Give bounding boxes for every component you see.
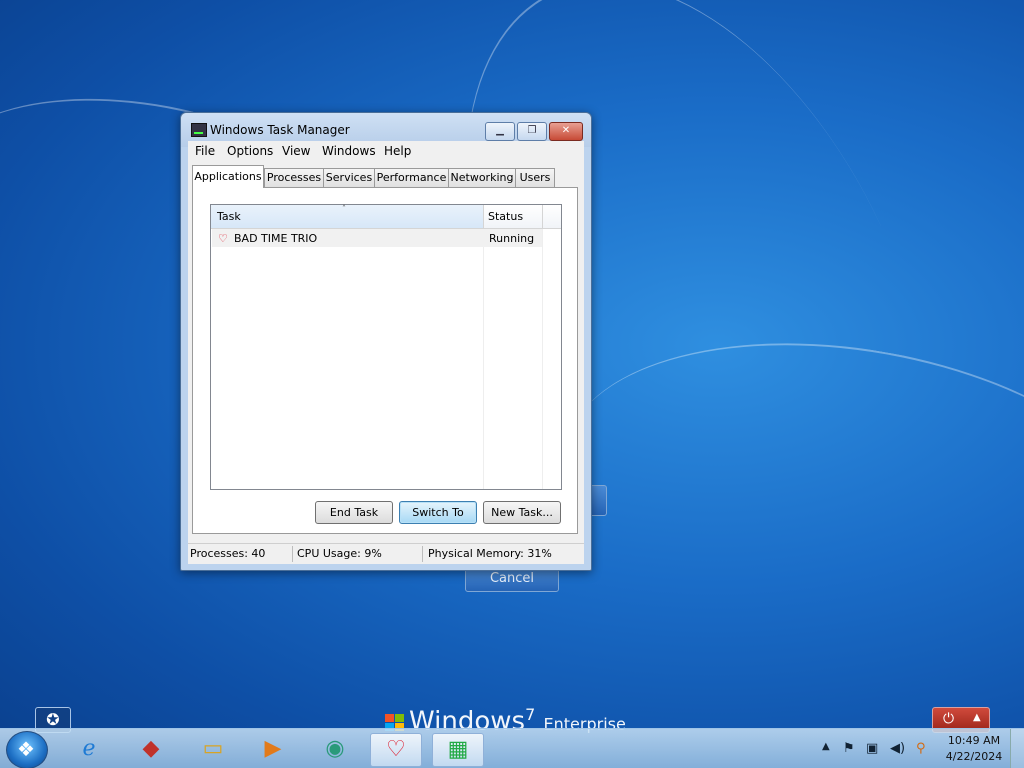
menu-view[interactable]: View bbox=[282, 144, 310, 158]
menu-windows[interactable]: Windows bbox=[322, 144, 376, 158]
cpu-usage: CPU Usage: 9% bbox=[297, 547, 382, 560]
task-manager-icon bbox=[191, 123, 207, 137]
action-center-flag-icon[interactable]: ⚑ bbox=[843, 741, 855, 756]
gamemaker-icon[interactable]: ◆ bbox=[126, 733, 176, 765]
search-icon[interactable]: ⚲ bbox=[916, 741, 926, 756]
power-icon: ⏻ bbox=[943, 711, 955, 727]
column-divider bbox=[483, 229, 484, 489]
minimize-button[interactable]: ▁ bbox=[485, 122, 515, 141]
heart-app-icon[interactable]: ♡ bbox=[370, 733, 422, 767]
task-manager-taskbar-icon[interactable]: ▦ bbox=[432, 733, 484, 767]
internet-explorer-icon[interactable]: ℯ bbox=[64, 733, 114, 765]
background-dialog-button-edge bbox=[590, 485, 607, 516]
tab-applications[interactable]: Applications bbox=[192, 165, 264, 188]
media-player-icon[interactable]: ▶ bbox=[248, 733, 298, 765]
taskbar: ℯ ◆ ▭ ▶ ◉ ♡ ▦ ▲ ⚑ ▣ ◀) ⚲ 10:49 AM 4/22/2… bbox=[0, 728, 1024, 768]
menu-options[interactable]: Options bbox=[227, 144, 273, 158]
menu-bar: File Options View Windows Help bbox=[188, 141, 584, 161]
physical-memory: Physical Memory: 31% bbox=[428, 547, 552, 560]
row-status: Running bbox=[489, 232, 535, 245]
applications-panel: Task ˄ Status ♡ BAD TIME TRIO Running En… bbox=[192, 187, 578, 534]
browser-icon[interactable]: ◉ bbox=[310, 733, 360, 765]
column-status-label: Status bbox=[488, 210, 524, 223]
client-area: Applications Processes Services Performa… bbox=[188, 161, 584, 549]
status-bar: Processes: 40 CPU Usage: 9% Physical Mem… bbox=[188, 543, 584, 564]
folder-icon[interactable]: ▭ bbox=[188, 733, 238, 765]
task-list[interactable]: Task ˄ Status ♡ BAD TIME TRIO Running bbox=[210, 204, 562, 490]
clock-date: 4/22/2024 bbox=[945, 750, 1003, 763]
column-header-task[interactable]: Task ˄ bbox=[211, 204, 484, 228]
shutdown-options-arrow-icon[interactable]: ▲ bbox=[973, 712, 981, 723]
menu-file[interactable]: File bbox=[195, 144, 215, 158]
column-header-filler bbox=[543, 205, 561, 228]
tab-processes[interactable]: Processes bbox=[264, 168, 324, 187]
close-button[interactable]: ✕ bbox=[549, 122, 583, 141]
sort-ascending-icon: ˄ bbox=[342, 204, 346, 213]
status-separator bbox=[292, 546, 293, 562]
clock[interactable]: 10:49 AM 4/22/2024 bbox=[945, 733, 1003, 765]
status-separator bbox=[422, 546, 423, 562]
processes-count: Processes: 40 bbox=[190, 547, 266, 560]
table-row[interactable]: ♡ BAD TIME TRIO Running bbox=[212, 229, 542, 247]
tab-performance[interactable]: Performance bbox=[374, 168, 449, 187]
network-icon[interactable]: ▣ bbox=[866, 741, 878, 756]
show-desktop-button[interactable] bbox=[1010, 729, 1024, 768]
column-task-label: Task bbox=[217, 210, 241, 223]
start-button[interactable] bbox=[6, 731, 48, 768]
list-header: Task ˄ Status bbox=[211, 204, 561, 229]
switch-to-button[interactable]: Switch To bbox=[399, 501, 477, 524]
tab-users[interactable]: Users bbox=[515, 168, 555, 187]
tab-networking[interactable]: Networking bbox=[448, 168, 516, 187]
maximize-button[interactable]: ❐ bbox=[517, 122, 547, 141]
show-hidden-icons-icon[interactable]: ▲ bbox=[822, 741, 830, 752]
menu-help[interactable]: Help bbox=[384, 144, 411, 158]
column-header-status[interactable]: Status bbox=[484, 205, 543, 228]
branding-version: 7 bbox=[525, 705, 536, 724]
clock-time: 10:49 AM bbox=[947, 734, 1001, 747]
volume-icon[interactable]: ◀) bbox=[890, 741, 905, 756]
end-task-button[interactable]: End Task bbox=[315, 501, 393, 524]
window-title: Windows Task Manager bbox=[210, 123, 350, 137]
tab-services[interactable]: Services bbox=[323, 168, 375, 187]
row-task-name: BAD TIME TRIO bbox=[234, 232, 318, 245]
column-divider bbox=[542, 229, 543, 489]
new-task-button[interactable]: New Task... bbox=[483, 501, 561, 524]
heart-icon: ♡ bbox=[218, 232, 228, 245]
